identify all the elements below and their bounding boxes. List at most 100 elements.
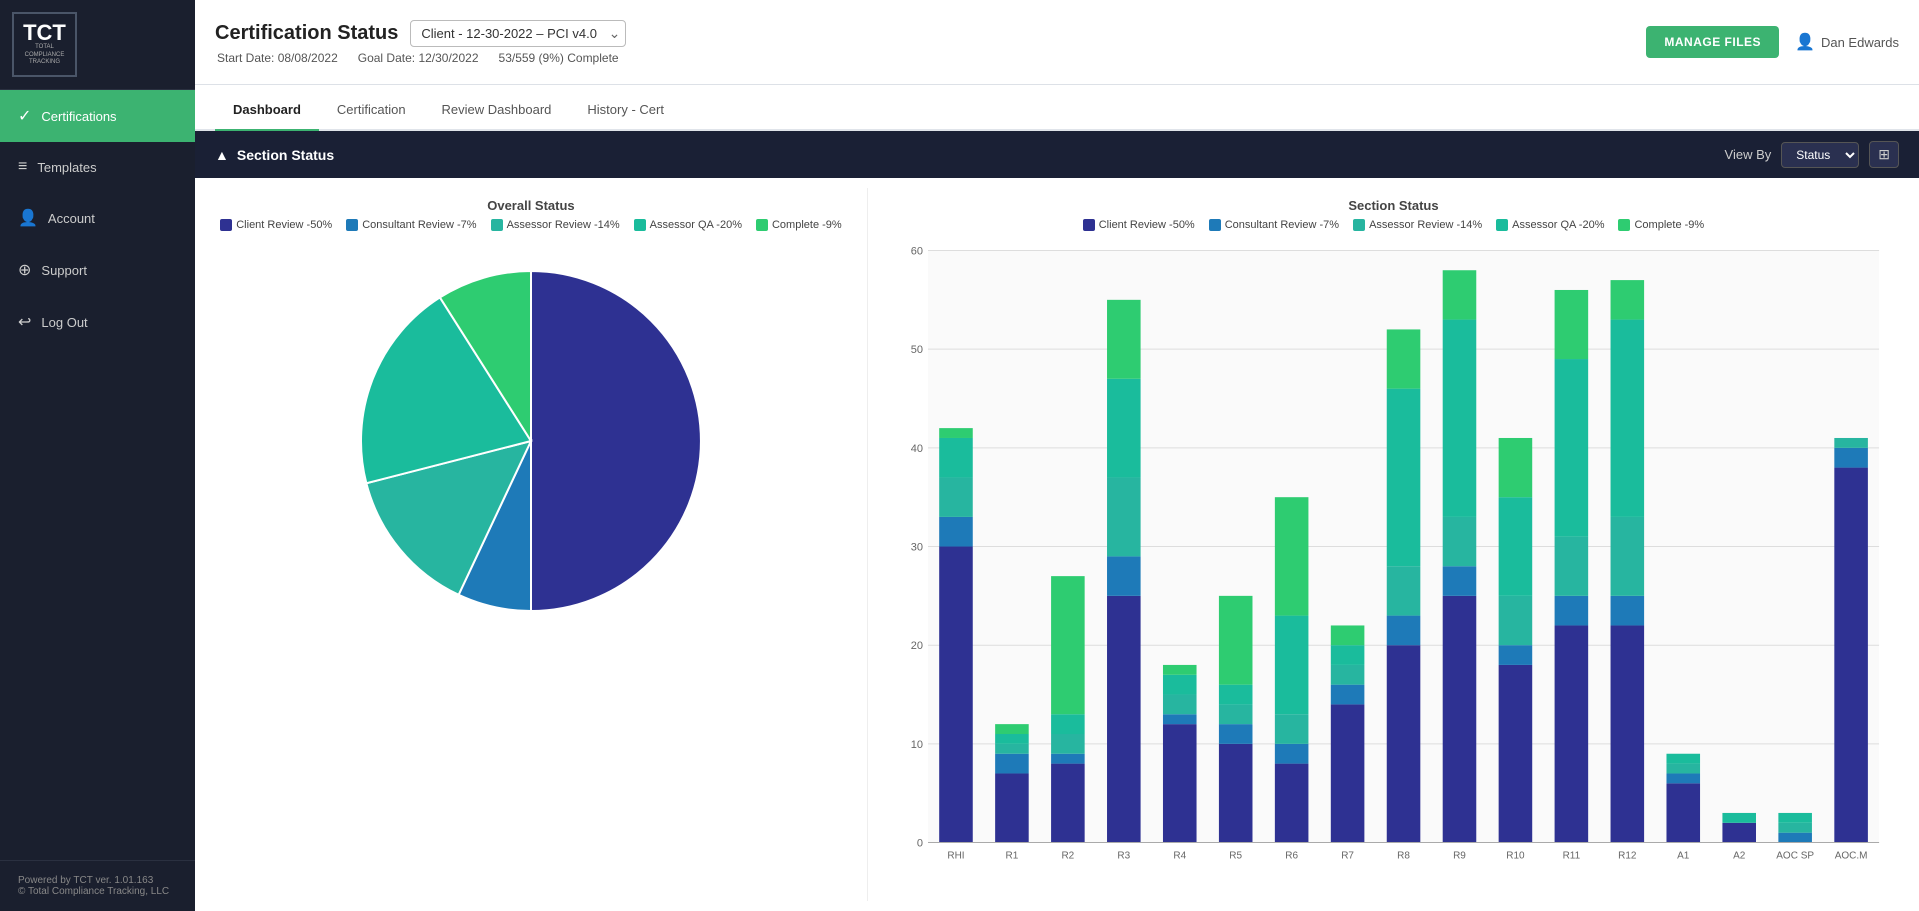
sidebar-item-account[interactable]: 👤 Account [0,192,195,244]
bar-A1-assessor_review [1666,764,1700,774]
bar-R12-complete [1610,280,1644,319]
bar-RHI-consultant_review [939,517,973,547]
bar-chart-svg: 0102030405060RHIR1R2R3R4R5R6R7R8R9R10R11… [888,239,1899,894]
legend-item-client_review: Client Review -50% [220,219,332,231]
grid-view-button[interactable]: ⊞ [1869,141,1899,168]
svg-text:30: 30 [911,542,923,554]
bar-A2-client_review [1722,823,1756,843]
bar-R11-assessor_review [1555,537,1589,596]
legend-color-complete [1618,219,1630,231]
bar-R5-assessor_qa [1219,685,1253,705]
bar-R6-assessor_qa [1275,616,1309,715]
bar-RHI-assessor_qa [939,438,973,477]
bar-A1-assessor_qa [1666,754,1700,764]
tab-history-cert[interactable]: History - Cert [569,90,682,131]
bar-R3-assessor_review [1107,477,1141,556]
bar-R7-assessor_qa [1331,645,1365,665]
legend-label-assessor_qa: Assessor QA -20% [1512,219,1604,231]
svg-text:R5: R5 [1229,851,1242,862]
bar-R10-consultant_review [1499,645,1533,665]
templates-icon: ≡ [18,158,27,176]
pie-chart-container [361,241,701,641]
main-content: Certification Status Client - 12-30-2022… [195,0,1919,911]
sidebar-footer: Powered by TCT ver. 1.01.163 © Total Com… [0,860,195,911]
copyright-text: © Total Compliance Tracking, LLC [18,886,177,897]
legend-label-client_review: Client Review -50% [1099,219,1195,231]
topbar: Certification Status Client - 12-30-2022… [195,0,1919,85]
section-bar-controls: View By Status Owner ⊞ [1725,141,1899,168]
sidebar-item-support[interactable]: ⊕ Support [0,244,195,296]
logo-area: TCT TOTALCOMPLIANCETRACKING [0,0,195,90]
legend-label-consultant_review: Consultant Review -7% [1225,219,1339,231]
sidebar-item-account-label: Account [48,211,95,226]
legend-label-assessor_review: Assessor Review -14% [1369,219,1482,231]
svg-text:R7: R7 [1341,851,1354,862]
tab-certification[interactable]: Certification [319,90,424,131]
bar-chart-wrap: 0102030405060RHIR1R2R3R4R5R6R7R8R9R10R11… [888,239,1899,894]
bar-R2-client_review [1051,764,1085,843]
svg-text:R11: R11 [1562,851,1580,862]
sidebar-item-logout[interactable]: ↩ Log Out [0,296,195,348]
sidebar-item-certifications[interactable]: ✓ Certifications [0,90,195,142]
charts-area: Overall Status Client Review -50%Consult… [195,178,1919,911]
view-by-label: View By [1725,147,1772,162]
cert-selector-wrap: Client - 12-30-2022 – PCI v4.0 ⌄ [410,20,626,47]
bar-R9-assessor_qa [1443,320,1477,517]
bar-R9-assessor_review [1443,517,1477,566]
legend-label-complete: Complete -9% [1634,219,1704,231]
bar-R9-client_review [1443,596,1477,843]
manage-files-button[interactable]: MANAGE FILES [1646,26,1779,58]
bar-R7-assessor_review [1331,665,1365,685]
bar-AOC.M-consultant_review [1834,448,1868,468]
topbar-right: MANAGE FILES 👤 Dan Edwards [1646,26,1899,58]
bar-R4-assessor_qa [1163,675,1197,695]
bar-A1-client_review [1666,783,1700,842]
user-name: Dan Edwards [1821,35,1899,50]
sidebar: TCT TOTALCOMPLIANCETRACKING ✓ Certificat… [0,0,195,911]
bar-R9-complete [1443,270,1477,319]
bar-R3-consultant_review [1107,556,1141,595]
bar-R7-complete [1331,625,1365,645]
bar-R12-client_review [1610,625,1644,842]
bar-R8-assessor_review [1387,566,1421,615]
legend-color-complete [756,219,768,231]
cert-select[interactable]: Client - 12-30-2022 – PCI v4.0 [410,20,626,47]
goal-date: Goal Date: 12/30/2022 [358,51,479,65]
bar-R1-assessor_qa [995,734,1029,744]
collapse-icon[interactable]: ▲ [215,147,229,163]
legend-label-client_review: Client Review -50% [236,219,332,231]
bar-R12-assessor_review [1610,517,1644,596]
legend-item-consultant_review: Consultant Review -7% [346,219,476,231]
pie-slice-client_review [531,271,701,611]
bar-R1-assessor_review [995,744,1029,754]
bar-R4-client_review [1163,724,1197,842]
view-by-select[interactable]: Status Owner [1781,142,1859,168]
svg-text:R4: R4 [1173,851,1186,862]
bar-chart-section: Section Status Client Review -50%Consult… [868,188,1919,901]
certifications-icon: ✓ [18,106,31,126]
sidebar-nav: ✓ Certifications ≡ Templates 👤 Account ⊕… [0,90,195,860]
bar-R2-assessor_qa [1051,714,1085,734]
bar-R12-consultant_review [1610,596,1644,626]
svg-text:40: 40 [911,443,923,455]
cert-title-row: Certification Status Client - 12-30-2022… [215,20,626,47]
bar-R11-client_review [1555,625,1589,842]
tab-dashboard[interactable]: Dashboard [215,90,319,131]
legend-item-complete: Complete -9% [756,219,842,231]
bar-R9-consultant_review [1443,566,1477,596]
bar-R3-assessor_qa [1107,379,1141,478]
svg-text:50: 50 [911,344,923,356]
svg-text:R6: R6 [1285,851,1298,862]
svg-text:60: 60 [911,245,923,257]
bar-R2-consultant_review [1051,754,1085,764]
sidebar-item-templates[interactable]: ≡ Templates [0,142,195,192]
pie-chart-svg [361,241,701,621]
tab-review-dashboard[interactable]: Review Dashboard [424,90,570,131]
bar-R6-client_review [1275,764,1309,843]
legend-item-consultant_review: Consultant Review -7% [1209,219,1339,231]
bar-R11-consultant_review [1555,596,1589,626]
bar-R5-client_review [1219,744,1253,843]
legend-item-client_review: Client Review -50% [1083,219,1195,231]
legend-label-complete: Complete -9% [772,219,842,231]
svg-text:R8: R8 [1397,851,1410,862]
